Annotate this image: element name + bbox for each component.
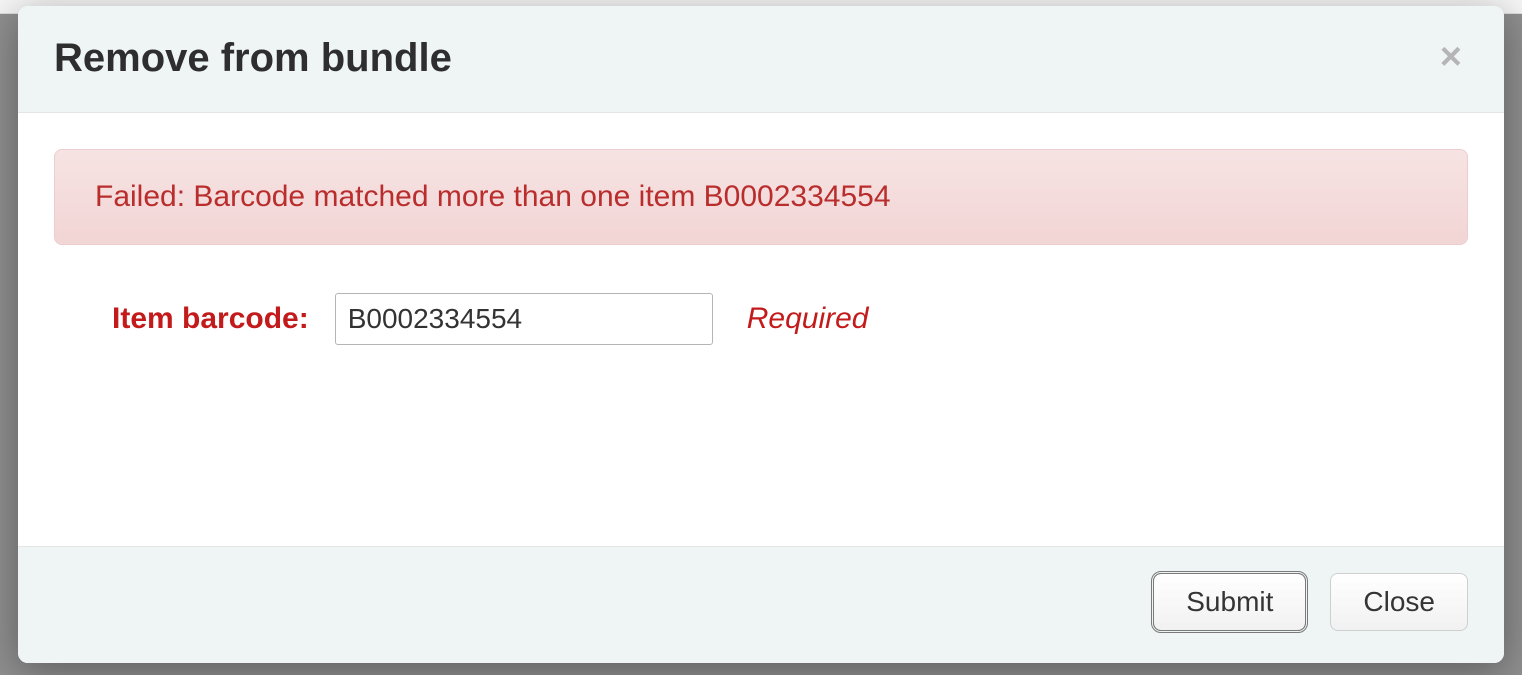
modal-footer: Submit Close [18,546,1504,663]
remove-from-bundle-modal: Remove from bundle × Failed: Barcode mat… [18,6,1504,663]
close-icon[interactable]: × [1434,34,1468,80]
modal-title: Remove from bundle [54,34,452,82]
required-hint: Required [747,302,869,336]
submit-button[interactable]: Submit [1153,573,1306,631]
close-button[interactable]: Close [1330,573,1468,631]
barcode-label: Item barcode: [112,302,309,336]
modal-header: Remove from bundle × [18,6,1504,113]
barcode-input[interactable] [335,293,713,345]
error-alert-message: Failed: Barcode matched more than one it… [95,180,891,213]
error-alert: Failed: Barcode matched more than one it… [54,149,1468,245]
barcode-form-row: Item barcode: Required [54,293,1468,345]
modal-body: Failed: Barcode matched more than one it… [18,113,1504,546]
